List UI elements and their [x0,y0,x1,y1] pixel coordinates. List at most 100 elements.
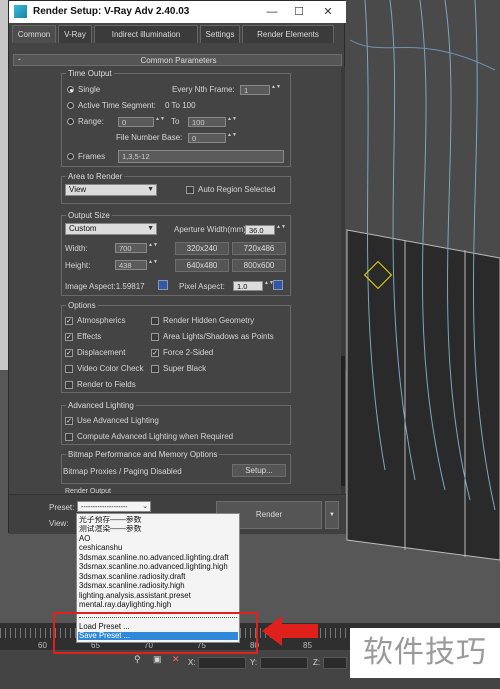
preset-item[interactable]: 光子预存——参数 [78,516,238,524]
range-radio[interactable] [67,118,74,125]
force-2sided-checkbox[interactable]: ✓ [151,349,159,357]
watermark: 软件技巧 [350,628,500,678]
pixel-aspect-field[interactable]: 1.0 [233,281,263,291]
maximize-button[interactable]: ☐ [291,4,307,20]
compute-advanced-lighting-checkbox[interactable] [65,433,73,441]
aperture-label: Aperture Width(mm): [174,225,249,234]
coord-x-field[interactable] [198,657,246,669]
frames-label: Frames [78,152,106,161]
aperture-field[interactable]: 36.0 [245,225,275,235]
pixel-aspect-spinner[interactable]: ▲▼ [264,281,274,291]
preset-item[interactable]: 测试渲染——参数 [78,525,238,533]
close-button[interactable]: ✕ [320,4,336,20]
title-bar[interactable]: Render Setup: V-Ray Adv 2.40.03 — ☐ ✕ [9,1,346,23]
tab-render-elements[interactable]: Render Elements [242,25,334,43]
preset-320x240-button[interactable]: 320x240 [175,242,229,255]
range-to-field[interactable]: 100 [188,117,226,127]
preset-720x486-button[interactable]: 720x486 [232,242,286,255]
tab-vray[interactable]: V-Ray [58,25,92,43]
aperture-spinner[interactable]: ▲▼ [276,225,286,235]
use-advanced-lighting-label: Use Advanced Lighting [77,416,159,425]
preset-item[interactable]: 3dsmax.scanline.no.advanced.lighting.dra… [78,554,238,562]
active-segment-radio[interactable] [67,102,74,109]
rollout-common-parameters[interactable]: - Common Parameters [13,54,342,66]
preset-item[interactable]: mental.ray.daylighting.high [78,601,238,609]
height-field[interactable]: 438 [115,260,147,270]
file-number-base-spinner[interactable]: ▲▼ [227,133,237,143]
preset-select[interactable]: -------------------- ⌄ [77,501,151,512]
lock-icon[interactable]: ▣ [153,654,162,665]
use-advanced-lighting-checkbox[interactable]: ✓ [65,417,73,425]
time-output-group: Time Output Single Every Nth Frame: 1 ▲▼… [61,69,291,167]
preset-640x480-button[interactable]: 640x480 [175,259,229,272]
width-label: Width: [65,244,88,253]
group-label: Area to Render [66,172,125,181]
render-dropdown-button[interactable]: ▼ [325,501,339,529]
chevron-down-icon: ▼ [147,186,154,193]
auto-region-checkbox[interactable] [186,186,194,194]
preset-800x600-button[interactable]: 800x600 [232,259,286,272]
bitmap-setup-button[interactable]: Setup... [232,464,286,477]
range-to-spinner[interactable]: ▲▼ [227,117,237,127]
tab-indirect-illumination[interactable]: Indirect illumination [94,25,198,43]
pixel-aspect-lock-icon[interactable] [273,280,283,290]
coord-z-field[interactable] [323,657,347,669]
effects-label: Effects [77,332,102,341]
every-nth-spinner[interactable]: ▲▼ [271,85,281,95]
area-select-value: View [69,185,87,194]
width-spinner[interactable]: ▲▼ [148,243,158,253]
frames-field[interactable]: 1,3,5-12 [118,150,284,163]
rollout-title: Common Parameters [140,56,217,65]
width-field[interactable]: 700 [115,243,147,253]
image-aspect-lock-icon[interactable] [158,280,168,290]
bitmap-performance-group: Bitmap Performance and Memory Options Bi… [61,450,291,484]
height-spinner[interactable]: ▲▼ [148,260,158,270]
active-segment-range: 0 To 100 [165,101,196,110]
frames-radio[interactable] [67,153,74,160]
group-label: Bitmap Performance and Memory Options [66,450,220,459]
render-hidden-checkbox[interactable] [151,317,159,325]
coord-y-field[interactable] [260,657,308,669]
super-black-checkbox[interactable] [151,365,159,373]
single-radio[interactable] [67,86,74,93]
area-select[interactable]: View ▼ [65,184,157,196]
preset-item[interactable]: ceshicanshu [78,544,238,552]
tab-settings[interactable]: Settings [200,25,240,43]
output-size-group: Output Size Custom ▼ Aperture Width(mm):… [61,211,291,296]
tick-label: 60 [38,641,47,650]
preset-item[interactable]: 3dsmax.scanline.no.advanced.lighting.hig… [78,563,238,571]
range-label: Range: [78,117,104,126]
minimize-button[interactable]: — [264,4,280,20]
app-icon [14,5,27,18]
atmospherics-checkbox[interactable]: ✓ [65,317,73,325]
group-label: Options [66,301,98,310]
arrow-left-icon [262,616,318,646]
coord-x-label: X: [188,658,196,667]
key-icon[interactable]: ⚲ [134,654,141,665]
video-color-checkbox[interactable] [65,365,73,373]
render-to-fields-checkbox[interactable] [65,381,73,389]
preset-item[interactable]: lighting.analysis.assistant.preset [78,592,238,600]
file-number-base-field[interactable]: 0 [188,133,226,143]
preset-select-value: -------------------- [81,504,128,511]
area-lights-checkbox[interactable] [151,333,159,341]
range-from-spinner[interactable]: ▲▼ [155,117,165,127]
scrollbar-thumb[interactable] [341,356,345,486]
render-setup-dialog: Render Setup: V-Ray Adv 2.40.03 — ☐ ✕ Co… [8,0,346,534]
tab-common[interactable]: Common [12,25,56,43]
active-segment-label: Active Time Segment: [78,101,156,110]
preset-item[interactable]: 3dsmax.scanline.radiosity.draft [78,573,238,581]
preset-item[interactable]: AO [78,535,238,543]
range-to-label: To [171,117,180,126]
chevron-down-icon: ⌄ [142,503,148,510]
effects-checkbox[interactable]: ✓ [65,333,73,341]
every-nth-label: Every Nth Frame: [172,85,235,94]
displacement-checkbox[interactable]: ✓ [65,349,73,357]
height-label: Height: [65,261,91,270]
super-black-label: Super Black [163,364,207,373]
output-size-select[interactable]: Custom ▼ [65,223,157,235]
selection-lock-icon[interactable]: ✕ [172,654,180,665]
preset-item[interactable]: 3dsmax.scanline.radiosity.high [78,582,238,590]
range-from-field[interactable]: 0 [118,117,154,127]
every-nth-field[interactable]: 1 [240,85,270,95]
